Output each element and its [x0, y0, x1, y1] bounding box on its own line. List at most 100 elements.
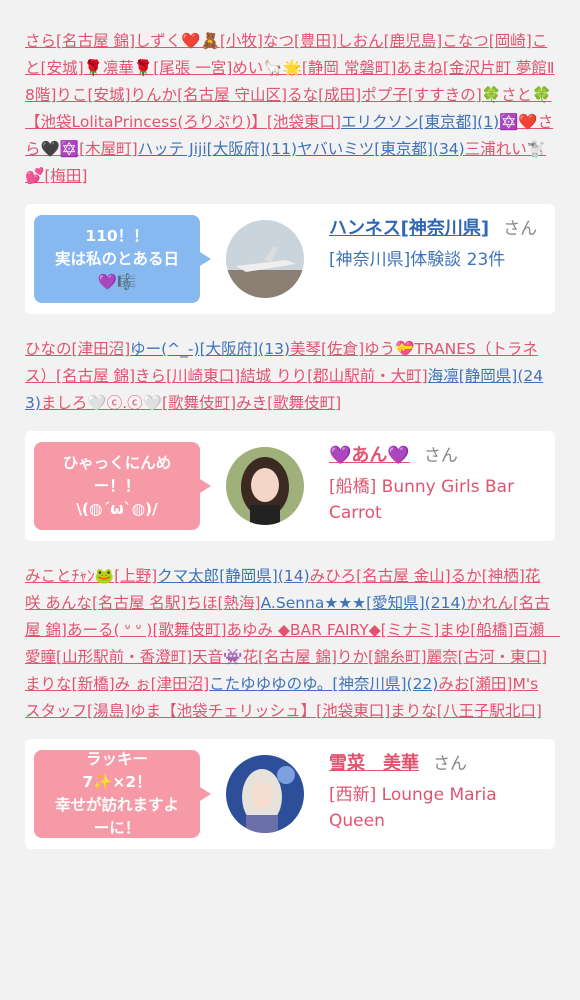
area-link[interactable]: [川崎東口]: [166, 367, 240, 385]
area-link[interactable]: [佐倉]: [321, 340, 364, 358]
shop-link[interactable]: [西新] Lounge Maria Queen: [329, 782, 543, 834]
area-link[interactable]: [静岡 常磐町]: [302, 59, 397, 77]
area-link[interactable]: [古河・東口]: [458, 648, 548, 666]
person-link[interactable]: こたゆゆゆのゆ。: [209, 675, 332, 693]
person-link[interactable]: 🌹凛華🌹: [84, 59, 154, 77]
area-link[interactable]: [尾張 一宮]: [153, 59, 232, 77]
area-link[interactable]: [安城]: [87, 86, 130, 104]
person-link[interactable]: みお: [438, 675, 469, 693]
avatar[interactable]: [226, 755, 304, 833]
area-link[interactable]: [鹿児島]: [384, 32, 443, 50]
area-link[interactable]: [静岡県]: [219, 567, 278, 585]
person-link[interactable]: ひなの: [25, 340, 72, 358]
area-link[interactable]: [山形駅前・香澄町]: [56, 648, 192, 666]
area-link[interactable]: [大阪府]: [207, 140, 266, 158]
member-card[interactable]: 110！！ 実は私のとある日 💜🎼 ハンネス[神奈川県] さん [神奈川県]体験談…: [25, 204, 555, 314]
person-link[interactable]: なつ: [263, 32, 294, 50]
area-link[interactable]: [池袋東口]: [316, 702, 390, 720]
area-link[interactable]: [瀬田]: [469, 675, 512, 693]
person-link[interactable]: りこ: [56, 86, 87, 104]
person-link[interactable]: あゆみ ◆BAR FAIRY◆: [227, 621, 381, 639]
area-link[interactable]: [愛知県]: [366, 594, 425, 612]
area-link[interactable]: [神奈川県]: [332, 675, 406, 693]
person-link[interactable]: ましろ🤍ⓒ.ⓒ🤍: [41, 394, 162, 412]
person-link[interactable]: きら: [135, 367, 166, 385]
person-link[interactable]: ポプ子: [361, 86, 408, 104]
area-link[interactable]: [木屋町]: [79, 140, 138, 158]
person-link[interactable]: しおん: [337, 32, 384, 50]
person-link[interactable]: みき: [236, 394, 267, 412]
person-link[interactable]: こなつ: [442, 32, 489, 50]
area-link[interactable]: [豊田]: [294, 32, 337, 50]
area-link[interactable]: (214): [425, 594, 467, 612]
area-link[interactable]: (13): [258, 340, 290, 358]
person-link[interactable]: み ぉ: [115, 675, 151, 693]
area-link[interactable]: [すすきの]: [408, 86, 482, 104]
person-link[interactable]: ちほ: [186, 594, 217, 612]
person-link[interactable]: まりな: [25, 675, 72, 693]
person-link[interactable]: 【池袋LolitaPrincess(ろりぷり)】: [25, 113, 267, 131]
avatar[interactable]: [226, 447, 304, 525]
person-link[interactable]: かれん: [466, 594, 513, 612]
member-card[interactable]: ラッキー 7✨×2！ 幸せが訪れますよ ーに！ 雪菜 美華 さん [西新] Lou…: [25, 739, 555, 849]
member-name-link[interactable]: 💜あん💜: [329, 445, 410, 466]
person-link[interactable]: ハッテ Jiji: [138, 140, 207, 158]
person-link[interactable]: 麗奈: [427, 648, 458, 666]
area-link[interactable]: [船橋]: [470, 621, 513, 639]
person-link[interactable]: ゆー(^_-): [130, 340, 199, 358]
person-link[interactable]: みひろ: [310, 567, 357, 585]
area-link[interactable]: [歌舞伎町]: [267, 394, 341, 412]
area-link[interactable]: [梅田]: [44, 167, 87, 185]
area-link[interactable]: (1): [477, 113, 499, 131]
area-link[interactable]: [錦糸町]: [368, 648, 427, 666]
person-link[interactable]: まりな: [390, 702, 437, 720]
area-link[interactable]: [湯島]: [87, 702, 130, 720]
area-link[interactable]: [静岡県]: [459, 367, 518, 385]
area-link[interactable]: [小牧]: [220, 32, 263, 50]
person-link[interactable]: みことﾁｬﾝ🐸: [25, 567, 114, 585]
person-link[interactable]: しずく❤️🧸: [135, 32, 220, 50]
person-link[interactable]: あまね: [396, 59, 443, 77]
area-link[interactable]: [歌舞伎町]: [152, 621, 226, 639]
member-name-link[interactable]: 雪菜 美華: [329, 753, 419, 774]
area-link[interactable]: [東京都]: [374, 140, 433, 158]
area-link[interactable]: [名古屋 名駅]: [92, 594, 187, 612]
person-link[interactable]: 海凛: [428, 367, 459, 385]
area-link[interactable]: [名古屋 錦]: [56, 367, 135, 385]
area-link[interactable]: [名古屋 金山]: [356, 567, 451, 585]
person-link[interactable]: りんか: [131, 86, 178, 104]
person-link[interactable]: 美琴: [290, 340, 321, 358]
area-link[interactable]: [ミナミ]: [381, 621, 440, 639]
area-link[interactable]: [岡崎]: [489, 32, 532, 50]
person-link[interactable]: めい🦙🌟: [232, 59, 302, 77]
person-link[interactable]: さら: [25, 32, 56, 50]
area-link[interactable]: [大阪府]: [200, 340, 259, 358]
person-link[interactable]: 結城 りり: [240, 367, 307, 385]
avatar[interactable]: [226, 220, 304, 298]
person-link[interactable]: ヤバいミツ: [297, 140, 374, 158]
area-link[interactable]: [東京都]: [419, 113, 478, 131]
shop-link[interactable]: [船橋] Bunny Girls Bar Carrot: [329, 474, 543, 526]
area-link[interactable]: [津田沼]: [72, 340, 131, 358]
area-link[interactable]: [神栖]: [482, 567, 525, 585]
person-link[interactable]: あーる( ᐡ ᐡ ): [67, 621, 152, 639]
area-link[interactable]: [名古屋 守山区]: [177, 86, 287, 104]
area-link[interactable]: [安城]: [41, 59, 84, 77]
area-link[interactable]: [新橋]: [72, 675, 115, 693]
member-name-link[interactable]: ハンネス[神奈川県]: [329, 218, 489, 239]
area-link[interactable]: [熱海]: [217, 594, 260, 612]
person-link[interactable]: りか: [337, 648, 368, 666]
person-link[interactable]: 🍀さと🍀: [482, 86, 552, 104]
area-link[interactable]: [八王子駅北口]: [437, 702, 542, 720]
area-link[interactable]: [池袋東口]: [267, 113, 341, 131]
area-link[interactable]: (22): [407, 675, 439, 693]
person-link[interactable]: 天音👾: [192, 648, 242, 666]
area-link[interactable]: [上野]: [114, 567, 157, 585]
member-card[interactable]: ひゃっくにんめ ー！！ \(◍´ω`◍)/ 💜あん💜 さん [船橋] Bunny …: [25, 431, 555, 541]
area-link[interactable]: [郡山駅前・大町]: [307, 367, 428, 385]
person-link[interactable]: るな: [287, 86, 318, 104]
person-link[interactable]: クマ太郎: [157, 567, 219, 585]
person-link[interactable]: まゆ: [439, 621, 470, 639]
person-link[interactable]: エリクソン: [341, 113, 419, 131]
area-link[interactable]: [津田沼]: [151, 675, 210, 693]
